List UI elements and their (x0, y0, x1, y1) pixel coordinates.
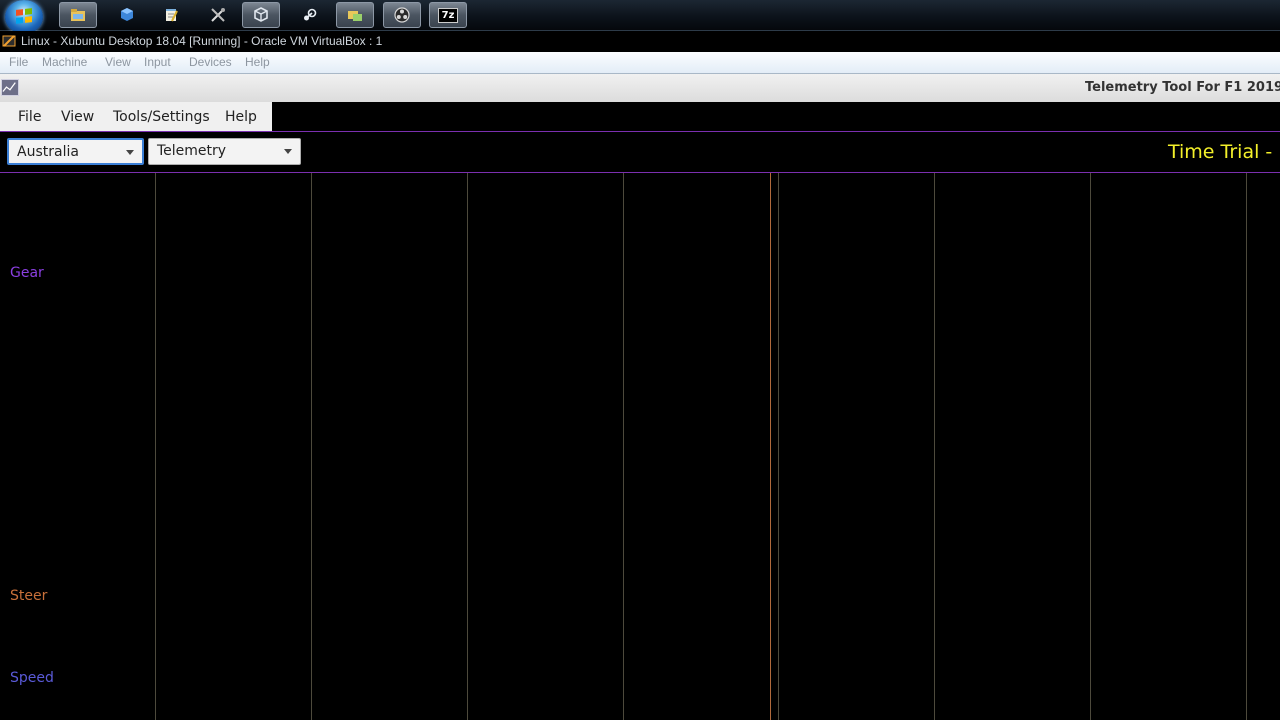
grid-line (311, 173, 312, 720)
position-marker-line[interactable] (770, 173, 771, 720)
chart-line-icon (2, 82, 16, 92)
app-menu-view[interactable]: View (61, 109, 94, 125)
app-menu-help[interactable]: Help (225, 109, 257, 125)
track-select[interactable]: Australia (7, 138, 144, 165)
vbox-menu-input[interactable]: Input (144, 55, 171, 69)
start-button[interactable] (5, 0, 43, 34)
grid-line (467, 173, 468, 720)
session-title: Time Trial - (1168, 141, 1273, 163)
view-select[interactable]: Telemetry (148, 138, 301, 165)
chevron-down-icon (284, 149, 292, 154)
vbox-menu-devices[interactable]: Devices (189, 55, 232, 69)
steer-label: Steer (10, 588, 48, 604)
steam-icon (304, 8, 317, 21)
virtualbox-window-icon (2, 35, 16, 47)
taskbar-virtualbox-button[interactable] (242, 2, 280, 28)
grid-line (1246, 173, 1247, 720)
virtualbox-window-title: Linux - Xubuntu Desktop 18.04 [Running] … (21, 34, 383, 48)
grid-line (778, 173, 779, 720)
grid-line (934, 173, 935, 720)
7zip-icon: 7z (437, 7, 459, 23)
tools-icon (211, 8, 225, 22)
view-select-value: Telemetry (157, 143, 227, 159)
virtualbox-menubar: File Machine View Input Devices Help (0, 52, 1280, 74)
cube-app-icon (121, 8, 133, 21)
taskbar-steam-button[interactable] (291, 2, 329, 28)
gear-label: Gear (10, 265, 44, 281)
grid-line (623, 173, 624, 720)
track-select-value: Australia (17, 144, 79, 160)
telemetry-app-icon (1, 79, 19, 96)
app-menubar-background: File View Tools/Settings Help (0, 102, 272, 131)
taskbar-folder-app-button[interactable] (336, 2, 374, 28)
app-title: Telemetry Tool For F1 2019 ga (1085, 80, 1280, 95)
app-titlebar: Telemetry Tool For F1 2019 ga (0, 74, 1280, 103)
app-menubar: File View Tools/Settings Help (0, 102, 1280, 132)
app-menu-tools-settings[interactable]: Tools/Settings (113, 109, 210, 125)
virtualbox-icon (254, 7, 268, 22)
obs-icon (394, 7, 410, 23)
speed-label: Speed (10, 670, 54, 686)
vbox-menu-machine[interactable]: Machine (42, 55, 87, 69)
virtualbox-window-titlebar: Linux - Xubuntu Desktop 18.04 [Running] … (0, 31, 1280, 51)
taskbar-obs-button[interactable] (383, 2, 421, 28)
taskbar-notepad-button[interactable] (152, 2, 190, 28)
vbox-menu-file[interactable]: File (9, 55, 28, 69)
taskbar-7zip-button[interactable]: 7z (429, 2, 467, 28)
windows-taskbar: 7z (0, 0, 1280, 34)
notepad-icon (166, 9, 178, 22)
chevron-down-icon (126, 150, 134, 155)
vbox-menu-view[interactable]: View (105, 55, 131, 69)
grid-line (1090, 173, 1091, 720)
app-menu-file[interactable]: File (18, 109, 41, 125)
grid-line (155, 173, 156, 720)
telemetry-chart-area[interactable]: Gear Steer Speed (0, 173, 1280, 720)
app-toolbar: Australia Telemetry Time Trial - (0, 132, 1280, 173)
taskbar-file-explorer-button[interactable] (59, 2, 97, 28)
taskbar-cube-app-button[interactable] (108, 2, 146, 28)
folder-app-icon (348, 11, 362, 21)
file-explorer-icon (71, 9, 85, 21)
taskbar-tools-button[interactable] (199, 2, 237, 28)
windows-logo-icon (16, 8, 32, 24)
vbox-menu-help[interactable]: Help (245, 55, 270, 69)
